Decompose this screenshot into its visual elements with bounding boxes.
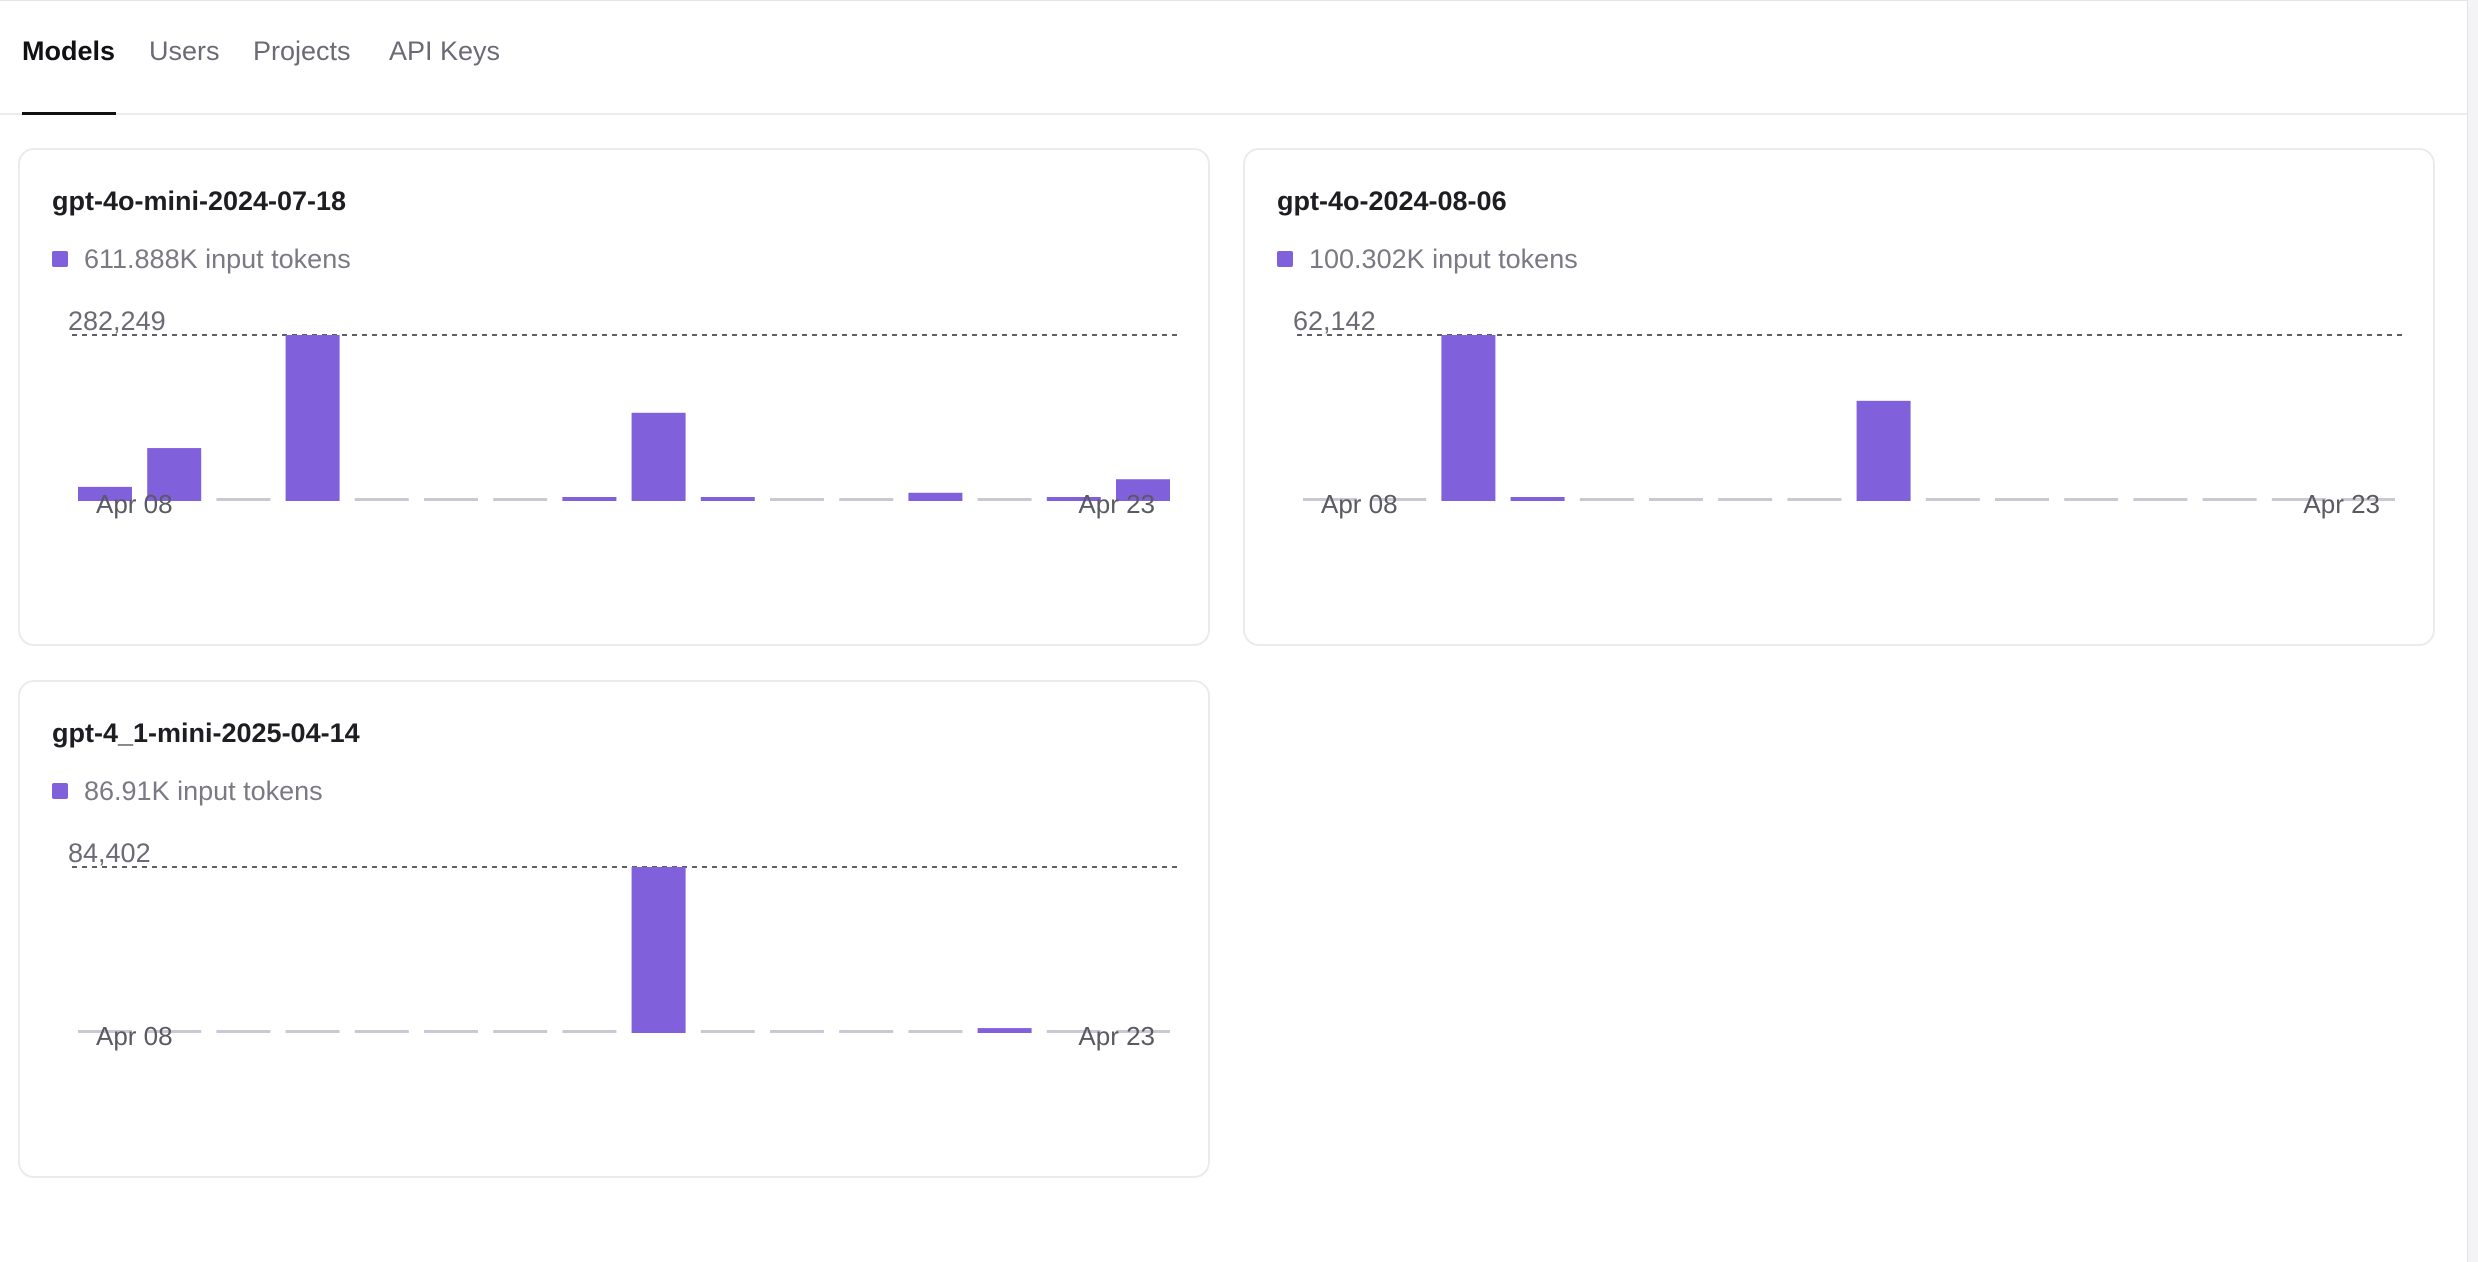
x-axis-start-label: Apr 08 xyxy=(96,489,173,519)
day-bar[interactable] xyxy=(839,498,894,501)
day-bar[interactable] xyxy=(2133,498,2188,501)
day-bar[interactable] xyxy=(977,498,1032,501)
model-card: gpt-4_1-mini-2025-04-14 86.91K input tok… xyxy=(18,680,1210,1178)
day-bar[interactable] xyxy=(839,1030,894,1033)
legend-swatch xyxy=(1277,251,1293,267)
max-value-label: 282,249 xyxy=(68,306,166,336)
legend-swatch xyxy=(52,783,68,799)
bars-group xyxy=(78,867,1170,1033)
active-tab-indicator xyxy=(22,112,116,115)
day-bar[interactable] xyxy=(562,1030,617,1033)
day-bar[interactable] xyxy=(216,1030,271,1033)
day-bar[interactable] xyxy=(908,1030,963,1033)
model-card: gpt-4o-2024-08-06 100.302K input tokens … xyxy=(1243,148,2435,646)
day-bar[interactable] xyxy=(216,498,271,501)
day-bar[interactable] xyxy=(424,1030,478,1033)
x-axis-start-label: Apr 08 xyxy=(1321,489,1398,519)
tab-bar: Models Users Projects API Keys xyxy=(0,0,2467,115)
chart-legend: 100.302K input tokens xyxy=(1277,242,1578,276)
max-value-label: 62,142 xyxy=(1293,306,1376,336)
legend-label: 86.91K input tokens xyxy=(84,775,323,806)
x-axis-end-label: Apr 23 xyxy=(1078,1021,1155,1051)
day-bar[interactable] xyxy=(2064,498,2119,501)
day-bar[interactable] xyxy=(1579,498,1634,501)
day-bar[interactable] xyxy=(1787,498,1842,501)
day-bar[interactable] xyxy=(354,498,409,501)
day-bar[interactable] xyxy=(285,1030,340,1033)
day-bar[interactable] xyxy=(424,498,478,501)
tab-users[interactable]: Users xyxy=(149,36,220,76)
model-name: gpt-4_1-mini-2025-04-14 xyxy=(52,718,360,748)
day-bar[interactable] xyxy=(1510,497,1565,501)
model-card: gpt-4o-mini-2024-07-18 611.888K input to… xyxy=(18,148,1210,646)
day-bar[interactable] xyxy=(1856,400,1911,501)
day-bar[interactable] xyxy=(2202,498,2257,501)
day-bar[interactable] xyxy=(1718,498,1773,501)
day-bar[interactable] xyxy=(1925,498,1980,501)
day-bar[interactable] xyxy=(770,498,824,501)
chart-legend: 86.91K input tokens xyxy=(52,774,323,808)
usage-bar-chart: 84,402 Apr 08 Apr 23 xyxy=(68,838,1180,1051)
x-axis-start-label: Apr 08 xyxy=(96,1021,173,1051)
bars-group xyxy=(1303,335,2395,501)
day-bar[interactable] xyxy=(700,1030,755,1033)
day-bar[interactable] xyxy=(908,492,963,501)
tab-models[interactable]: Models xyxy=(22,36,115,76)
day-bar[interactable] xyxy=(285,335,340,501)
tab-projects[interactable]: Projects xyxy=(253,36,351,76)
day-bar[interactable] xyxy=(977,1028,1032,1033)
vertical-scrollbar[interactable] xyxy=(2467,0,2478,1262)
usage-bar-chart: 282,249 Apr 08 Apr 23 xyxy=(68,306,1180,519)
max-value-label: 84,402 xyxy=(68,838,151,868)
bars-group xyxy=(78,335,1170,501)
day-bar[interactable] xyxy=(700,497,755,501)
x-axis-end-label: Apr 23 xyxy=(1078,489,1155,519)
day-bar[interactable] xyxy=(631,867,686,1033)
x-axis-end-label: Apr 23 xyxy=(2303,489,2380,519)
day-bar[interactable] xyxy=(493,498,548,501)
day-bar[interactable] xyxy=(631,412,686,501)
day-bar[interactable] xyxy=(493,1030,548,1033)
day-bar[interactable] xyxy=(1649,498,1703,501)
chart-legend: 611.888K input tokens xyxy=(52,242,351,276)
tab-api-keys[interactable]: API Keys xyxy=(389,36,500,76)
model-name: gpt-4o-2024-08-06 xyxy=(1277,186,1507,216)
day-bar[interactable] xyxy=(770,1030,824,1033)
legend-swatch xyxy=(52,251,68,267)
day-bar[interactable] xyxy=(1995,498,2049,501)
legend-label: 100.302K input tokens xyxy=(1309,243,1578,274)
day-bar[interactable] xyxy=(354,1030,409,1033)
day-bar[interactable] xyxy=(1441,335,1496,501)
model-name: gpt-4o-mini-2024-07-18 xyxy=(52,186,347,216)
usage-models-page: Models Users Projects API Keys gpt-4o-mi… xyxy=(0,0,2478,1262)
legend-label: 611.888K input tokens xyxy=(84,243,351,274)
usage-bar-chart: 62,142 Apr 08 Apr 23 xyxy=(1293,306,2405,519)
day-bar[interactable] xyxy=(562,497,617,501)
